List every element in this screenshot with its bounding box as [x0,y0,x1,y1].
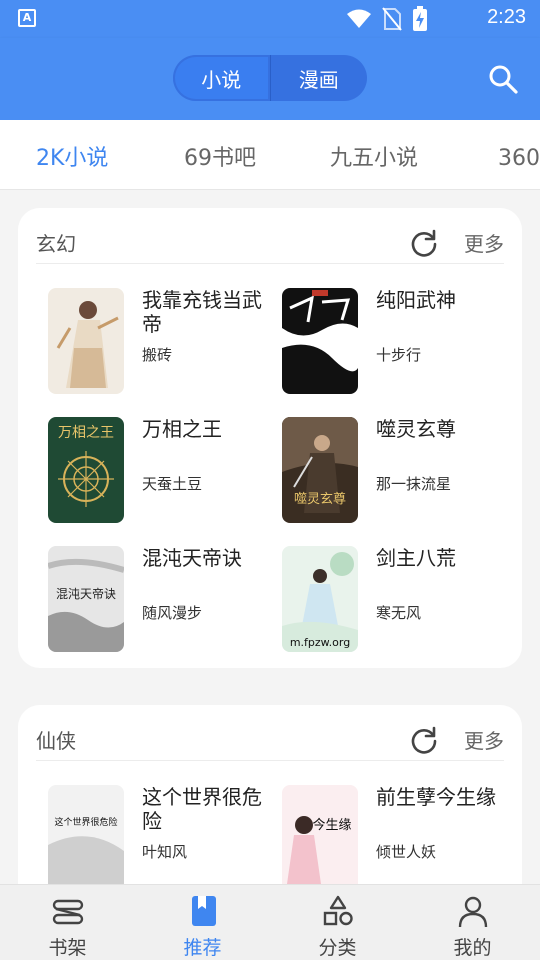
book-title: 噬灵玄尊 [376,417,456,441]
book-item[interactable]: 这个世界很危险 这个世界很危险 叶知风 [48,785,278,895]
more-link[interactable]: 更多 [464,228,504,257]
app-notification-icon: A [18,9,36,27]
bookshelf-icon [52,899,83,925]
battery-charging-icon [413,6,427,31]
section-card-xianxia: 仙侠 更多 这个世界很危险 这个世界很危险 叶知风 今生缘 前生孽今生缘 倾世人… [18,705,522,905]
book-item[interactable]: 混沌天帝诀 混沌天帝诀 随风漫步 [48,546,278,656]
app-bar: 小说 漫画 [0,38,540,120]
book-title: 剑主八荒 [376,546,456,570]
book-title: 混沌天帝诀 [142,546,242,570]
tab-bookshelf[interactable]: 书架 [0,885,135,960]
cover-text: m.fpzw.org [290,636,350,649]
book-author: 那一抹流星 [376,475,452,493]
bottom-tab-bar: 书架 推荐 分类 我的 [0,884,540,960]
tab-category[interactable]: 分类 [270,885,405,960]
book-author: 随风漫步 [142,604,203,622]
clock: 2:23 [487,6,526,28]
section-header: 仙侠 更多 [36,705,504,761]
book-cover: 混沌天帝诀 [48,546,124,652]
segment-comic[interactable]: 漫画 [269,55,368,101]
cover-text: 混沌天帝诀 [56,586,116,601]
more-link[interactable]: 更多 [464,725,504,754]
category-shapes-icon [323,895,353,926]
book-author: 十步行 [376,346,422,364]
book-cover: m.fpzw.org [282,546,358,652]
book-item[interactable]: 今生缘 前生孽今生缘 倾世人妖 [282,785,512,895]
book-title: 前生孽今生缘 [376,785,496,809]
wifi-icon [347,9,371,28]
book-cover: 今生缘 [282,785,358,891]
tab-recommend[interactable]: 推荐 [135,885,270,960]
book-title: 纯阳武神 [376,288,456,312]
book-item[interactable]: 我靠充钱当武帝 搬砖 [48,288,278,398]
book-author: 搬砖 [142,346,173,364]
refresh-icon[interactable] [410,229,438,257]
source-tab-69shuba[interactable]: 69书吧 [184,140,256,172]
book-author: 天蚕土豆 [142,475,203,493]
book-title: 我靠充钱当武帝 [142,288,262,336]
section-header: 玄幻 更多 [36,208,504,264]
section-title: 玄幻 [36,232,76,256]
source-tab-jiuwu[interactable]: 九五小说 [330,140,418,172]
book-item[interactable]: 纯阳武神 十步行 [282,288,512,398]
book-item[interactable]: 万相之王 万相之王 天蚕土豆 [48,417,278,527]
cover-text: 噬灵玄尊 [294,491,346,507]
search-icon[interactable] [488,64,518,94]
book-cover [282,288,358,394]
tab-profile[interactable]: 我的 [405,885,540,960]
book-cover: 这个世界很危险 [48,785,124,891]
status-bar: A 2:23 [0,0,540,38]
no-sim-icon [382,7,402,31]
source-tab-360[interactable]: 360小说 [498,140,540,172]
tab-label: 推荐 [183,937,222,959]
book-item[interactable]: 噬灵玄尊 噬灵玄尊 那一抹流星 [282,417,512,527]
tab-label: 分类 [318,937,357,959]
book-author: 倾世人妖 [376,843,437,861]
refresh-icon[interactable] [410,726,438,754]
book-cover [48,288,124,394]
book-author: 叶知风 [142,843,188,861]
section-card-xuanhuan: 玄幻 更多 我靠充钱当武帝 搬砖 纯阳武神 十步行 万相之王 万相之王 天蚕土豆… [18,208,522,668]
tab-label: 书架 [48,937,87,959]
bookmark-book-icon [191,896,216,926]
cover-text: 今生缘 [312,817,351,833]
book-author: 寒无风 [376,604,422,622]
book-title: 万相之王 [142,417,222,441]
segment-novel[interactable]: 小说 [173,55,270,101]
book-cover: 万相之王 [48,417,124,523]
book-item[interactable]: m.fpzw.org 剑主八荒 寒无风 [282,546,512,656]
cover-text: 这个世界很危险 [54,816,117,828]
book-title: 这个世界很危险 [142,785,262,833]
cover-text: 万相之王 [58,425,114,441]
source-tab-2k[interactable]: 2K小说 [36,140,108,172]
content-type-switch: 小说 漫画 [173,55,367,101]
tab-label: 我的 [453,937,492,959]
source-tabs: 2K小说 69书吧 九五小说 360小说 [0,120,540,190]
person-icon [458,896,487,928]
book-cover: 噬灵玄尊 [282,417,358,523]
section-title: 仙侠 [36,729,76,753]
